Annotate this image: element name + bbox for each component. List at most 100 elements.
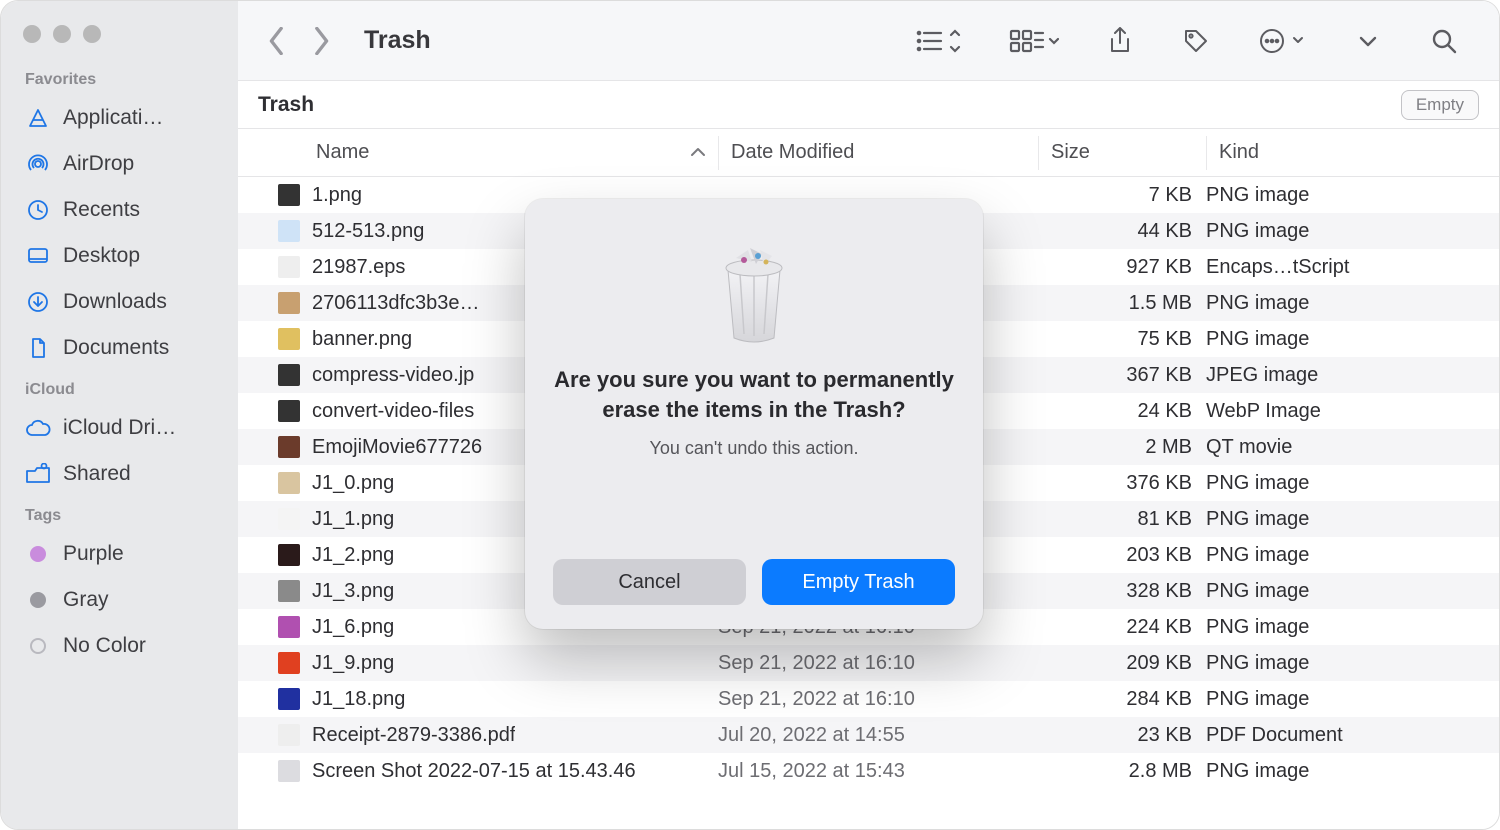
toolbar: Trash [238,1,1499,81]
file-size: 224 KB [1038,616,1206,639]
file-date: Sep 21, 2022 at 16:10 [718,652,1038,675]
empty-trash-button[interactable]: Empty [1401,90,1479,120]
file-size: 203 KB [1038,544,1206,567]
zoom-window-button[interactable] [83,25,101,43]
file-row[interactable]: compress-video.jp 367 KBJPEG image [238,357,1499,393]
file-size: 7 KB [1038,184,1206,207]
file-row[interactable]: J1_0.png376 KBPNG image [238,465,1499,501]
file-row[interactable]: J1_6.pngSep 21, 2022 at 16:10224 KBPNG i… [238,609,1499,645]
file-thumbnail-icon [278,184,300,206]
recents-icon [25,197,51,223]
file-kind: PNG image [1206,508,1499,531]
search-button[interactable] [1419,21,1469,61]
file-row[interactable]: J1_1.png 81 KBPNG image [238,501,1499,537]
file-row[interactable]: J1_9.png Sep 21, 2022 at 16:10209 KBPNG i… [238,645,1499,681]
file-row[interactable]: 512-513.png44 KBPNG image [238,213,1499,249]
share-button[interactable] [1095,21,1145,61]
file-name: J1_3.png [312,580,394,603]
sidebar-item[interactable]: Downloads [15,279,228,325]
file-size: 328 KB [1038,580,1206,603]
file-thumbnail-icon [278,580,300,602]
file-size: 81 KB [1038,508,1206,531]
file-row[interactable]: J1_18.pngSep 21, 2022 at 16:10284 KBPNG … [238,681,1499,717]
file-kind: JPEG image [1206,364,1499,387]
file-name: J1_1.png [312,508,394,531]
file-size: 2 MB [1038,436,1206,459]
file-name: compress-video.jp [312,364,474,387]
sidebar-item[interactable]: Applicati… [15,95,228,141]
file-kind: Encaps…tScript [1206,256,1499,279]
file-kind: PNG image [1206,760,1499,783]
file-list: 1.png7 KBPNG image512-513.png44 KBPNG im… [238,177,1499,829]
file-thumbnail-icon [278,400,300,422]
file-row[interactable]: EmojiMovie6777262 MBQT movie [238,429,1499,465]
sidebar-item[interactable]: Shared [15,451,228,497]
sidebar-section-label: Favorites [15,61,228,95]
view-group-button[interactable] [999,21,1069,61]
file-size: 209 KB [1038,652,1206,675]
airdrop-icon [25,151,51,177]
back-button[interactable] [260,24,294,58]
file-name: J1_9.png [312,652,394,675]
file-thumbnail-icon [278,436,300,458]
sidebar-item[interactable]: iCloud Dri… [15,405,228,451]
file-size: 23 KB [1038,724,1206,747]
sort-ascending-icon [690,141,706,164]
file-thumbnail-icon [278,256,300,278]
file-thumbnail-icon [278,328,300,350]
sidebar-item[interactable]: Purple [15,531,228,577]
file-row[interactable]: Receipt-2879-3386.pdfJul 20, 2022 at 14:… [238,717,1499,753]
file-name: Receipt-2879-3386.pdf [312,724,515,747]
file-row[interactable]: J1_3.png328 KBPNG image [238,573,1499,609]
sidebar-item[interactable]: No Color [15,623,228,669]
file-thumbnail-icon [278,472,300,494]
file-row[interactable]: convert-video-files24 KBWebP Image [238,393,1499,429]
minimize-window-button[interactable] [53,25,71,43]
file-row[interactable]: 1.png 7 KBPNG image [238,177,1499,213]
forward-button[interactable] [304,24,338,58]
action-menu-button[interactable] [1247,21,1317,61]
sidebar-item-label: Desktop [63,244,140,268]
file-row[interactable]: J1_2.png203 KBPNG image [238,537,1499,573]
file-kind: PNG image [1206,652,1499,675]
finder-window: FavoritesApplicati… AirDrop Recents Desktop… [0,0,1500,830]
column-header-name[interactable]: Name [238,141,718,164]
file-row[interactable]: 21987.eps927 KBEncaps…tScript [238,249,1499,285]
file-kind: PNG image [1206,544,1499,567]
window-controls [15,19,228,61]
file-size: 44 KB [1038,220,1206,243]
file-size: 2.8 MB [1038,760,1206,783]
file-kind: PDF Document [1206,724,1499,747]
tag-dot [25,587,51,613]
sidebar-item[interactable]: Desktop [15,233,228,279]
window-title: Trash [364,26,431,55]
column-header-kind[interactable]: Kind [1206,136,1499,170]
column-header-date[interactable]: Date Modified [718,136,1038,170]
file-name: 1.png [312,184,362,207]
file-name: Screen Shot 2022-07-15 at 15.43.46 [312,760,636,783]
column-header-size[interactable]: Size [1038,136,1206,170]
desktop-icon [25,243,51,269]
tag-ring [25,633,51,659]
file-row[interactable]: 2706113dfc3b3e…1.5 MBPNG image [238,285,1499,321]
file-row[interactable]: banner.png75 KBPNG image [238,321,1499,357]
file-kind: WebP Image [1206,400,1499,423]
sidebar-item[interactable]: AirDrop [15,141,228,187]
file-row[interactable]: Screen Shot 2022-07-15 at 15.43.46Jul 15… [238,753,1499,789]
sidebar-item-label: AirDrop [63,152,134,176]
sidebar-item[interactable]: Documents [15,325,228,371]
file-size: 367 KB [1038,364,1206,387]
sidebar-section-label: Tags [15,497,228,531]
file-thumbnail-icon [278,616,300,638]
tags-button[interactable] [1171,21,1221,61]
column-headers: Name Date Modified Size Kind [238,129,1499,177]
view-list-button[interactable] [903,21,973,61]
sidebar-item[interactable]: Recents [15,187,228,233]
file-name: 2706113dfc3b3e… [312,292,480,315]
dropdown-button[interactable] [1343,21,1393,61]
sidebar-item[interactable]: Gray [15,577,228,623]
file-kind: PNG image [1206,184,1499,207]
close-window-button[interactable] [23,25,41,43]
sidebar-item-label: Gray [63,588,109,612]
sidebar-item-label: Recents [63,198,140,222]
